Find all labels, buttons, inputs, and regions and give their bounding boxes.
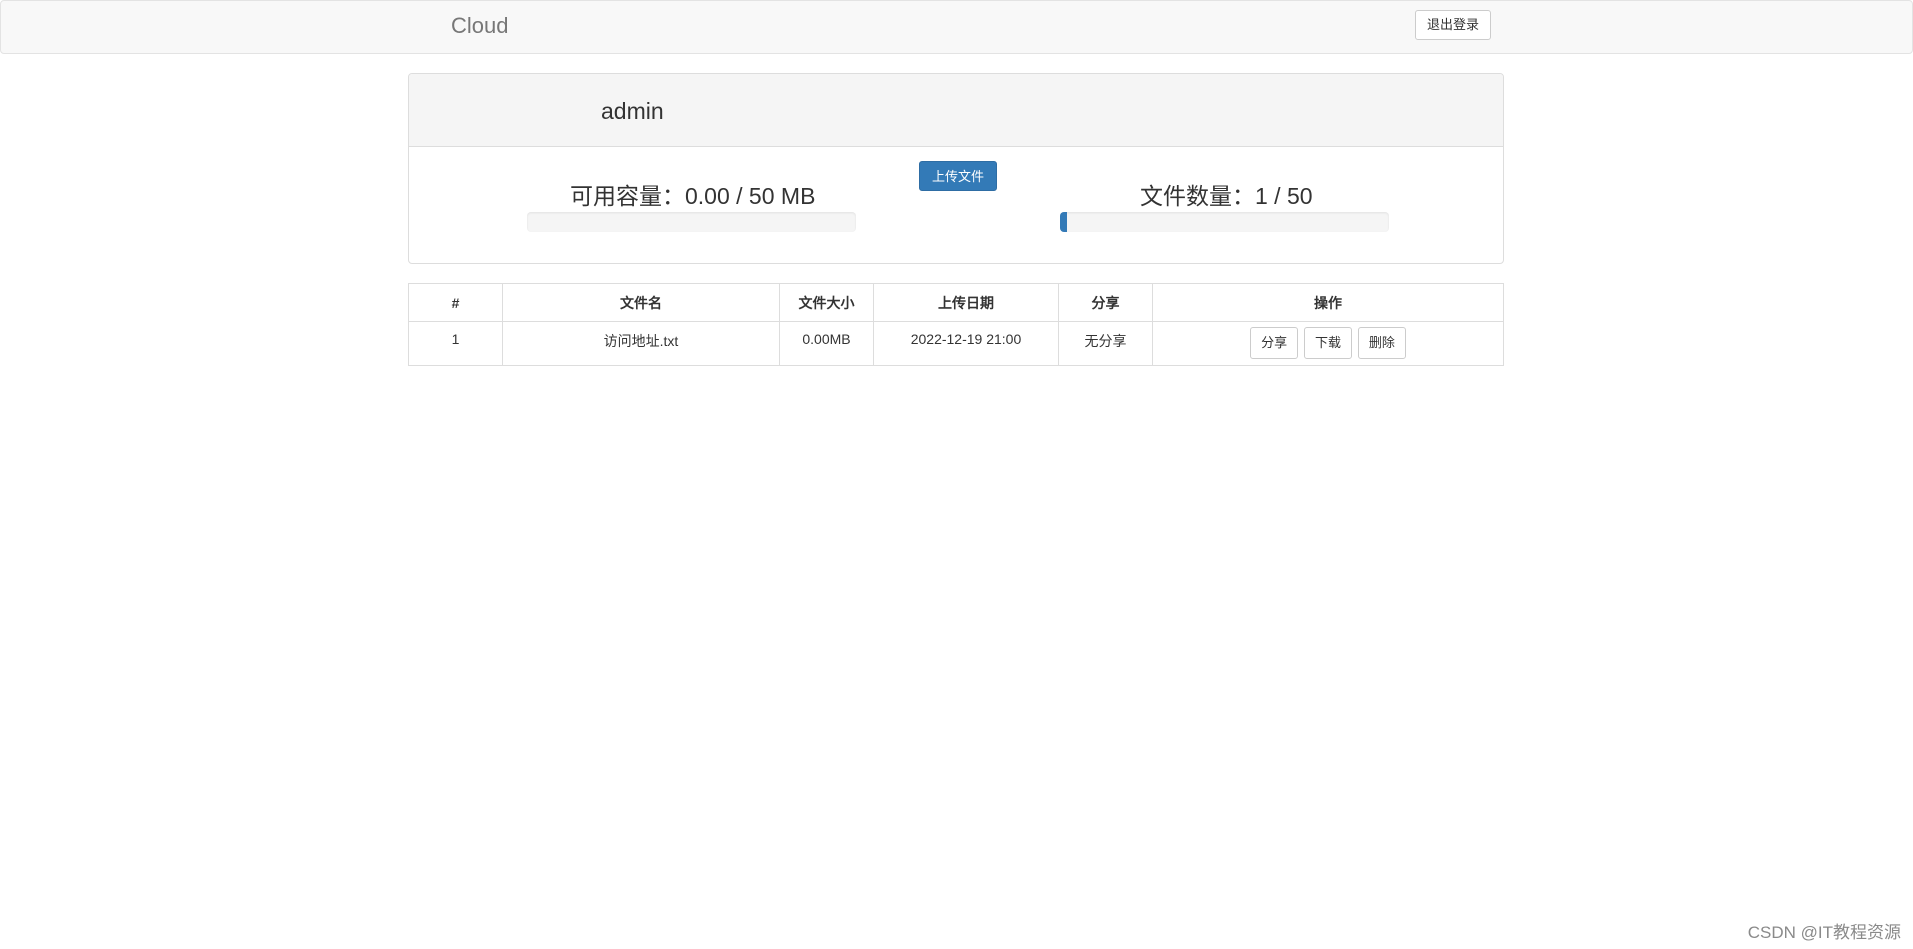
file-table: # 文件名 文件大小 上传日期 分享 操作 1 访问地址.txt 0.00MB … <box>408 283 1504 366</box>
file-count-label: 文件数量：1 / 50 <box>1140 183 1313 209</box>
table-header-row: # 文件名 文件大小 上传日期 分享 操作 <box>408 283 1504 322</box>
cell-filename: 访问地址.txt <box>502 321 780 366</box>
cell-share-status: 无分享 <box>1058 321 1153 366</box>
delete-button[interactable]: 删除 <box>1357 327 1406 359</box>
share-button[interactable]: 分享 <box>1250 327 1299 359</box>
table-row: 1 访问地址.txt 0.00MB 2022-12-19 21:00 无分享 分… <box>408 321 1504 366</box>
cell-size: 0.00MB <box>779 321 874 366</box>
upload-file-button[interactable]: 上传文件 <box>919 161 997 191</box>
capacity-progress <box>527 212 856 232</box>
column-header-actions: 操作 <box>1152 283 1504 322</box>
user-panel: admin 可用容量：0.00 / 50 MB 上传文件 文件数量：1 / 50 <box>408 73 1504 264</box>
cell-index: 1 <box>408 321 503 366</box>
panel-heading: admin <box>409 74 1503 147</box>
column-header-index: # <box>408 283 503 322</box>
watermark: CSDN @IT教程资源 <box>1747 923 1901 942</box>
column-header-share: 分享 <box>1058 283 1153 322</box>
cell-actions: 分享 下载 删除 <box>1152 321 1504 366</box>
file-count-progress-fill <box>1060 212 1067 232</box>
top-navbar: Cloud 退出登录 <box>0 0 1913 54</box>
cell-date: 2022-12-19 21:00 <box>873 321 1059 366</box>
file-count-progress <box>1060 212 1389 232</box>
brand-logo[interactable]: Cloud <box>451 13 508 39</box>
column-header-filename: 文件名 <box>502 283 780 322</box>
column-header-size: 文件大小 <box>779 283 874 322</box>
logout-button[interactable]: 退出登录 <box>1415 10 1492 40</box>
column-header-date: 上传日期 <box>873 283 1059 322</box>
download-button[interactable]: 下载 <box>1303 327 1352 359</box>
capacity-label: 可用容量：0.00 / 50 MB <box>570 183 816 209</box>
username: admin <box>601 98 664 124</box>
